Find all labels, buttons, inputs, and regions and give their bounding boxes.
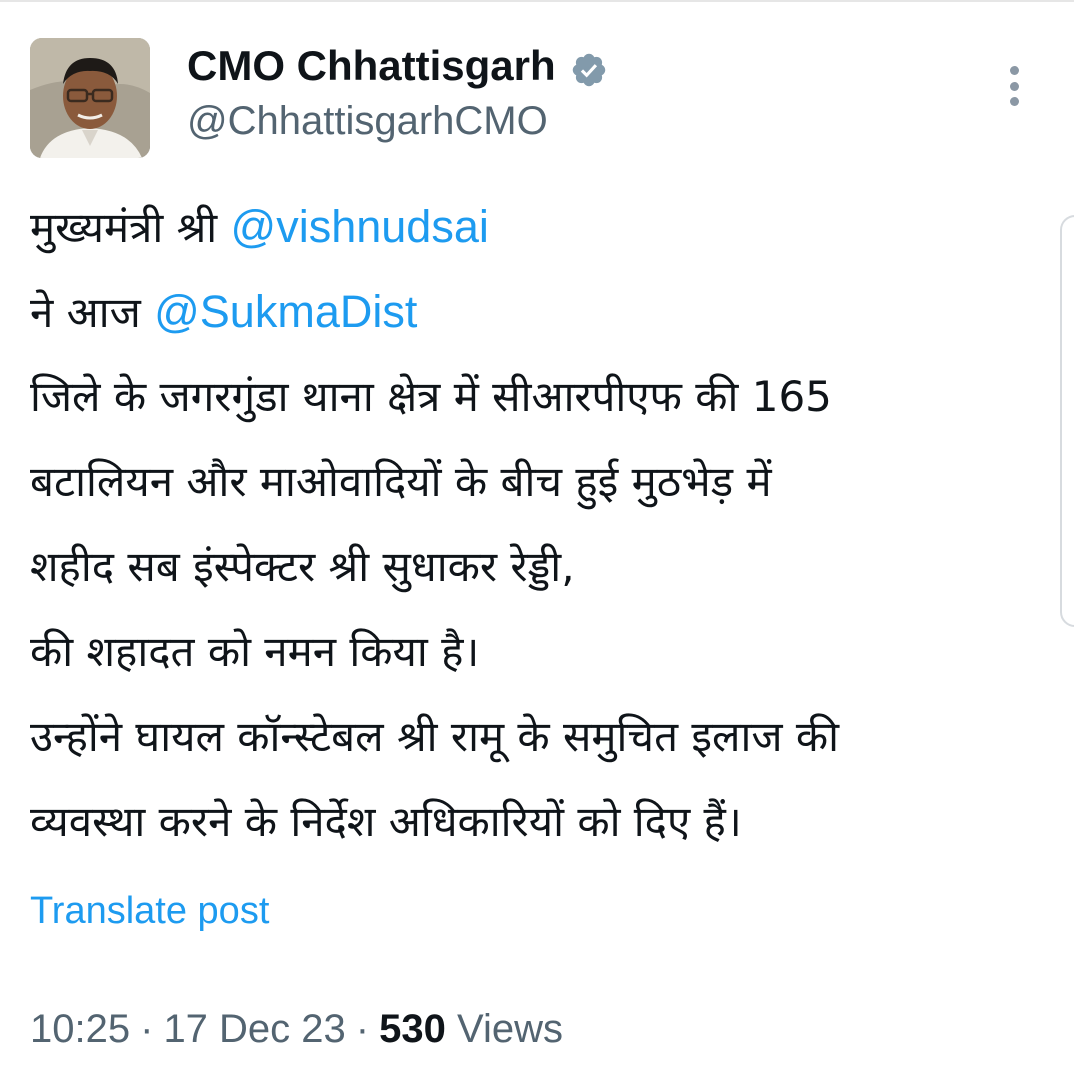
tweet-meta: 10:25 · 17 Dec 23 · 530 Views: [30, 1002, 563, 1056]
tweet-line-7: उन्होंने घायल कॉन्स्टेबल श्री रामू के सम…: [30, 712, 840, 761]
more-vertical-icon: [1009, 66, 1019, 75]
mention-link-sukmadist[interactable]: @SukmaDist: [154, 286, 417, 337]
tweet-body: मुख्यमंत्री श्री @vishnudsai ने आज @Sukm…: [30, 184, 1040, 864]
tweet-text-segment: मुख्यमंत्री श्री: [30, 203, 231, 252]
mention-link-vishnudsai[interactable]: @vishnudsai: [231, 201, 489, 252]
display-name-text[interactable]: CMO Chhattisgarh: [187, 38, 556, 94]
author-handle[interactable]: @ChhattisgarhCMO: [187, 95, 548, 147]
tweet-line-5: शहीद सब इंस्पेक्टर श्री सुधाकर रेड्डी,: [30, 542, 575, 591]
tweet-line-6: की शहादत को नमन किया है।: [30, 627, 480, 676]
views-label: Views: [456, 1007, 563, 1051]
verified-badge-icon: [570, 47, 608, 87]
tweet-line-4: बटालियन और माओवादियों के बीच हुई मुठभेड़…: [30, 457, 772, 506]
meta-separator: ·: [355, 1007, 370, 1051]
more-dot: [1009, 81, 1019, 91]
tweet-line-3: जिले के जगरगुंडा थाना क्षेत्र में सीआरपी…: [30, 372, 832, 421]
tweet-line-2: ने आज @SukmaDist: [30, 269, 1040, 354]
tweet-line-1: मुख्यमंत्री श्री @vishnudsai: [30, 184, 1040, 269]
avatar-photo: [30, 38, 150, 158]
author-display-name[interactable]: CMO Chhattisgarh: [187, 38, 608, 94]
views-count[interactable]: 530: [379, 1007, 446, 1051]
tweet-line-8: व्यवस्था करने के निर्देश अधिकारियों को द…: [30, 797, 742, 846]
tweet-text-segment: ने आज: [30, 288, 155, 337]
scrollbar-handle[interactable]: [1060, 215, 1074, 627]
top-divider: [0, 0, 1074, 2]
more-options-button[interactable]: [998, 62, 1030, 110]
tweet-time[interactable]: 10:25: [30, 1007, 130, 1051]
more-dot: [1009, 97, 1019, 106]
meta-separator: ·: [140, 1007, 154, 1051]
tweet-date[interactable]: 17 Dec 23: [163, 1007, 345, 1051]
avatar[interactable]: [30, 38, 150, 158]
translate-post-link[interactable]: Translate post: [30, 886, 269, 936]
